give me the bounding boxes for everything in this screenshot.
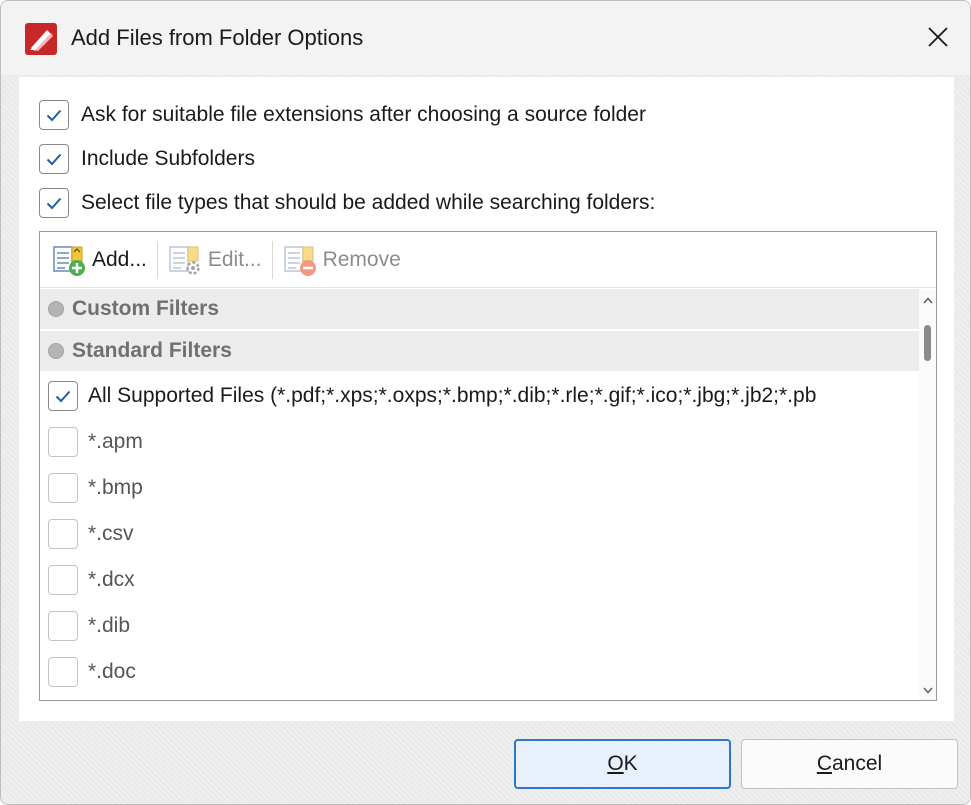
list-item[interactable]: *.csv — [40, 511, 920, 557]
option-include-subfolders[interactable]: Include Subfolders — [39, 143, 255, 175]
list-item[interactable]: *.bmp — [40, 465, 920, 511]
scroll-up-icon[interactable] — [919, 291, 936, 309]
close-icon — [928, 27, 948, 47]
group-custom-filters[interactable]: Custom Filters — [40, 289, 920, 331]
option-label: Include Subfolders — [81, 147, 255, 170]
checkmark-icon — [55, 390, 71, 403]
remove-filter-button[interactable]: Remove — [277, 238, 407, 282]
cancel-label-rest: ancel — [831, 752, 883, 775]
item-label: *.bmp — [88, 476, 143, 499]
item-checkbox[interactable] — [48, 427, 78, 457]
item-label: All Supported Files (*.pdf;*.xps;*.oxps;… — [88, 384, 817, 407]
vertical-scrollbar[interactable] — [919, 289, 936, 700]
add-filter-icon — [53, 245, 85, 276]
add-filter-label: Add... — [92, 247, 147, 271]
option-ask-extensions[interactable]: Ask for suitable file extensions after c… — [39, 99, 646, 131]
item-label: *.doc — [88, 660, 136, 683]
group-dot-icon — [48, 301, 64, 317]
group-standard-filters[interactable]: Standard Filters — [40, 331, 920, 373]
item-checkbox[interactable] — [48, 657, 78, 687]
ok-button[interactable]: OK — [514, 739, 731, 789]
scroll-down-icon[interactable] — [919, 681, 936, 699]
item-label: *.dib — [88, 614, 131, 637]
item-label: *.dcx — [88, 568, 135, 591]
edit-filter-button[interactable]: Edit... — [162, 238, 268, 282]
list-item[interactable]: *.dcx — [40, 557, 920, 603]
scrollbar-thumb[interactable] — [924, 325, 931, 361]
option-label: Select file types that should be added w… — [81, 191, 656, 214]
ok-mnemonic: O — [607, 752, 624, 775]
toolbar-separator — [271, 240, 273, 279]
group-label: Standard Filters — [72, 339, 232, 362]
item-checkbox[interactable] — [48, 565, 78, 595]
filter-list: Custom Filters Standard Filters All Supp… — [40, 289, 920, 700]
list-item[interactable]: *.doc — [40, 649, 920, 695]
toolbar-separator — [156, 240, 158, 279]
cancel-mnemonic: C — [816, 752, 832, 775]
checkmark-icon — [46, 197, 62, 210]
edit-filter-icon — [169, 245, 200, 275]
remove-filter-icon — [283, 245, 316, 276]
item-checkbox[interactable] — [48, 519, 78, 549]
options-panel: Ask for suitable file extensions after c… — [19, 77, 954, 721]
group-dot-icon — [48, 343, 64, 359]
dialog-body: Ask for suitable file extensions after c… — [1, 75, 970, 804]
dialog-title: Add Files from Folder Options — [71, 25, 364, 50]
ok-label-rest: K — [623, 752, 638, 775]
checkbox-select-file-types[interactable] — [39, 188, 69, 218]
checkbox-ask-extensions[interactable] — [39, 100, 69, 130]
item-checkbox[interactable] — [48, 381, 78, 411]
checkmark-icon — [46, 153, 62, 166]
filter-toolbar: Add... Edit... Remove — [40, 232, 936, 288]
dialog-window: Add Files from Folder Options Ask for su… — [0, 0, 971, 805]
option-label: Ask for suitable file extensions after c… — [81, 103, 646, 126]
list-item[interactable]: *.dib — [40, 603, 920, 649]
add-filter-button[interactable]: Add... — [46, 238, 153, 282]
group-label: Custom Filters — [72, 297, 220, 320]
item-label: *.apm — [88, 430, 143, 453]
pdf-app-icon — [25, 23, 57, 55]
list-item[interactable]: *.apm — [40, 419, 920, 465]
remove-filter-label: Remove — [322, 247, 401, 271]
title-bar: Add Files from Folder Options — [1, 1, 970, 75]
item-label: *.csv — [88, 522, 134, 545]
item-checkbox[interactable] — [48, 473, 78, 503]
edit-filter-label: Edit... — [207, 247, 262, 271]
item-checkbox[interactable] — [48, 611, 78, 641]
close-button[interactable] — [914, 13, 962, 61]
checkbox-include-subfolders[interactable] — [39, 144, 69, 174]
cancel-button[interactable]: Cancel — [741, 739, 958, 789]
checkmark-icon — [46, 109, 62, 122]
option-select-file-types[interactable]: Select file types that should be added w… — [39, 187, 655, 219]
list-item[interactable]: All Supported Files (*.pdf;*.xps;*.oxps;… — [40, 373, 920, 419]
file-type-list: Add... Edit... Remove Custom Filters Sta… — [39, 231, 937, 701]
